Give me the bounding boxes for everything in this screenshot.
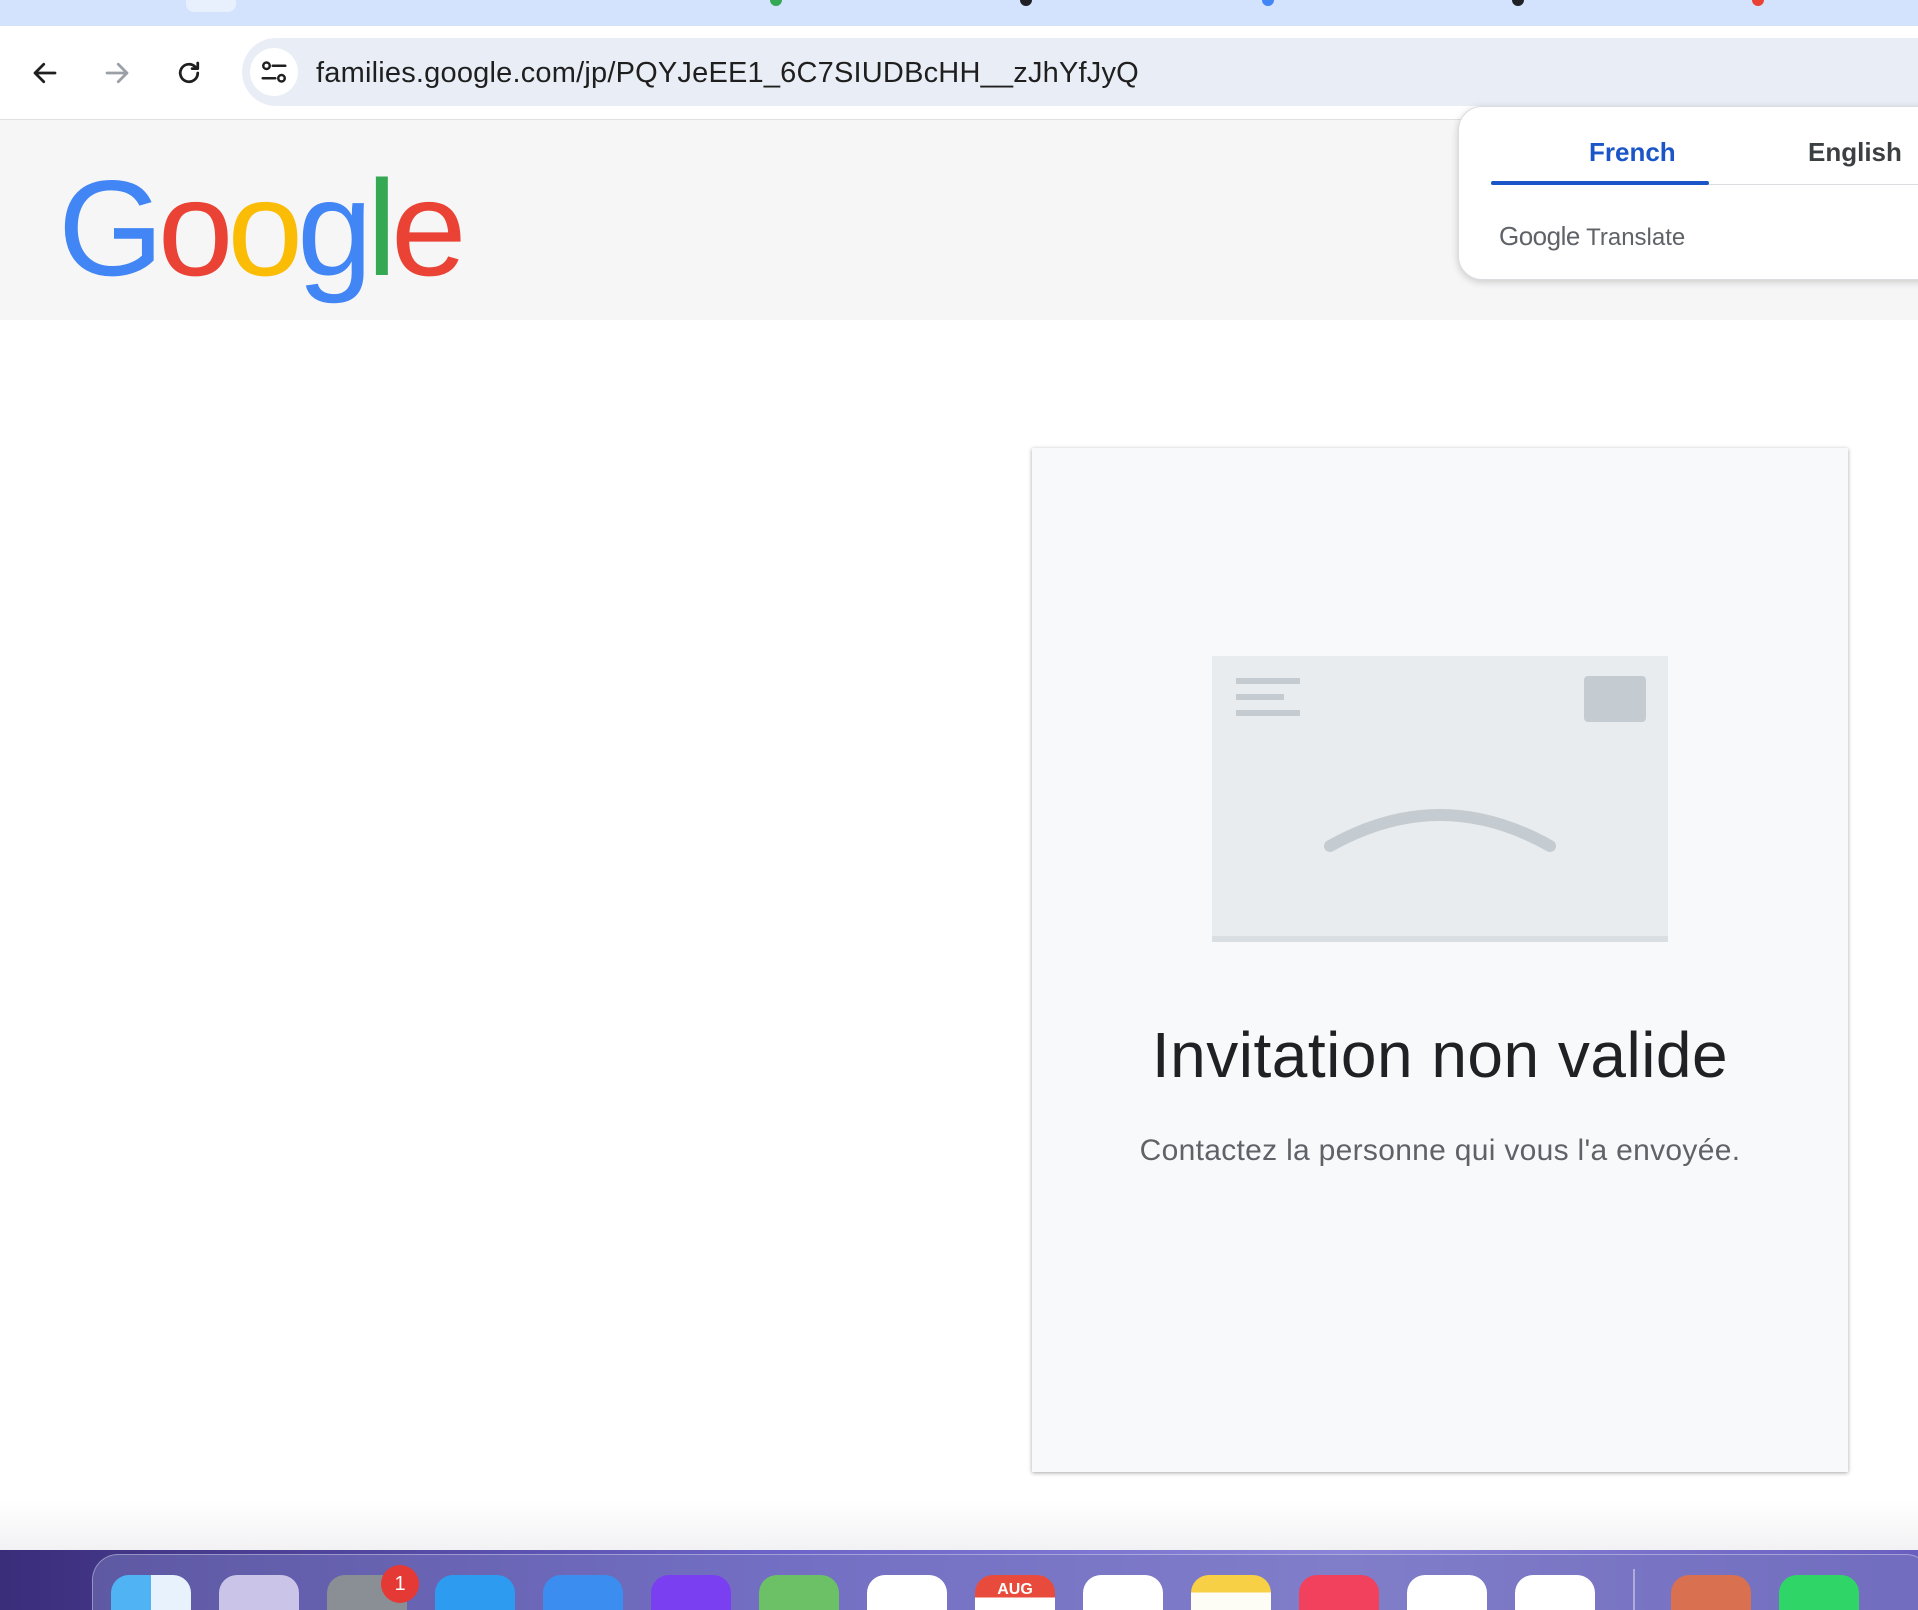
google-translate-branding: Google Translate [1499,221,1685,252]
error-title: Invitation non valide [1151,1019,1729,1091]
tab-source-language[interactable]: French [1589,137,1676,168]
notes-icon[interactable] [1191,1575,1271,1610]
active-tab[interactable] [186,0,236,12]
photos-icon[interactable] [867,1575,947,1610]
maps-icon[interactable] [759,1575,839,1610]
tab-target-language[interactable]: English [1808,137,1902,168]
logo-letter: g [297,152,373,304]
back-arrow-icon [33,62,57,84]
logo-letter: l [366,152,397,304]
logo-letter: o [227,152,303,304]
url-text[interactable]: families.google.com/jp/PQYJeEE1_6C7SIUDB… [316,57,1139,90]
logo-letter: G [58,152,164,304]
google-logo[interactable]: Google [58,152,467,304]
error-message: Contactez la personne qui vous l'a envoy… [1139,1134,1741,1167]
tab-favicon[interactable] [1752,0,1764,6]
launchpad-icon[interactable] [219,1575,299,1610]
notification-badge: 1 [381,1565,419,1603]
music-icon[interactable] [1299,1575,1379,1610]
address-bar[interactable]: families.google.com/jp/PQYJeEE1_6C7SIUDB… [242,38,1918,106]
app-store-icon[interactable] [435,1575,515,1610]
active-tab-indicator [1491,181,1709,185]
page-bottom [0,1500,1918,1550]
dock: 1 AUG [92,1554,1918,1610]
site-info-button[interactable] [250,48,298,96]
translate-language-tabs: French English [1491,107,1918,185]
tab-strip [0,0,1918,26]
tab-favicon[interactable] [1020,0,1032,6]
translate-brand-google: Google [1499,221,1580,251]
site-info-icon [261,61,287,83]
invitation-card: Invitation non valide Contactez la perso… [1032,448,1848,1472]
reload-button[interactable] [166,50,212,96]
translate-popup: French English Google Translate [1458,106,1918,280]
reload-icon [178,61,200,84]
mail-icon[interactable] [543,1575,623,1610]
safari-icon[interactable] [1083,1575,1163,1610]
forward-button[interactable] [94,50,140,96]
logo-letter: e [390,152,467,304]
logo-letter: o [157,152,234,304]
email-client-icon[interactable] [651,1575,731,1610]
tab-favicon[interactable] [1512,0,1524,6]
tab-favicon[interactable] [1262,0,1274,6]
translate-brand-product: Translate [1586,224,1686,251]
brave-browser-icon[interactable] [1407,1575,1487,1610]
claude-icon[interactable] [1671,1575,1751,1610]
vscode-icon[interactable] [1515,1575,1595,1610]
calendar-icon[interactable]: AUG [975,1575,1055,1610]
whatsapp-icon[interactable] [1779,1575,1859,1610]
back-button[interactable] [22,50,68,96]
calendar-month: AUG [997,1581,1033,1598]
tab-favicon[interactable] [770,0,782,6]
forward-arrow-icon [105,62,129,84]
sad-envelope-icon [1212,656,1668,942]
finder-icon[interactable] [111,1575,191,1610]
dock-separator [1633,1569,1635,1610]
